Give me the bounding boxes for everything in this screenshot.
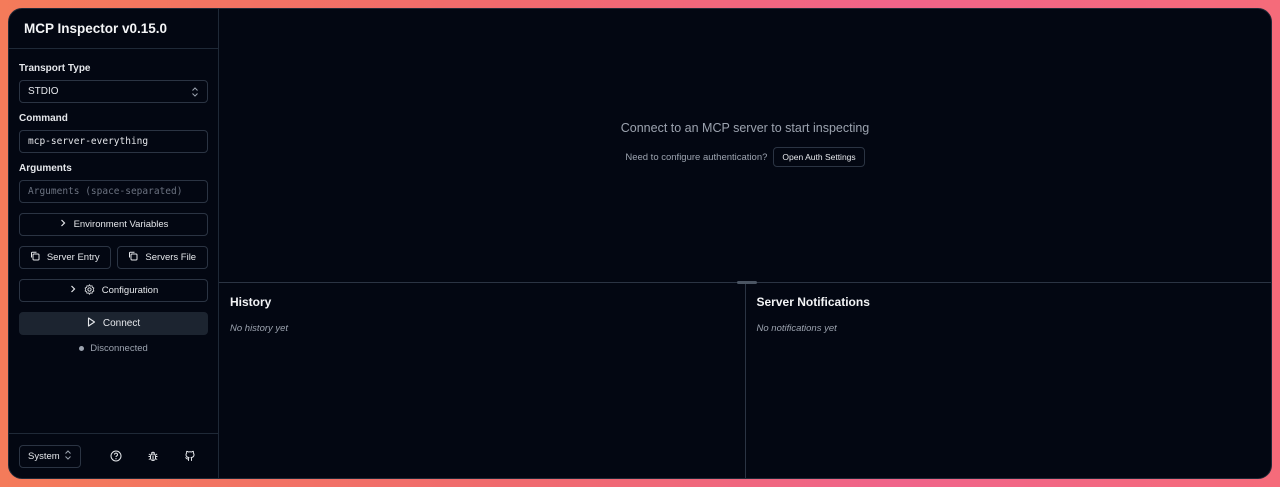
theme-select[interactable]: System <box>19 444 81 468</box>
history-title: History <box>230 295 272 309</box>
chevron-right-icon <box>69 285 77 296</box>
status-dot-icon <box>79 346 85 351</box>
notifications-title: Server Notifications <box>756 295 870 309</box>
github-icon[interactable] <box>171 445 208 468</box>
environment-variables-button[interactable]: Environment Variables <box>19 213 208 236</box>
command-input[interactable]: mcp-server-everything <box>19 130 208 153</box>
settings-gear-icon <box>84 283 95 298</box>
servers-file-label: Servers File <box>145 252 197 263</box>
status-text: Disconnected <box>90 343 148 354</box>
server-entry-button[interactable]: Server Entry <box>19 246 111 269</box>
chevrons-up-down-icon <box>64 449 72 463</box>
copy-icon <box>30 251 40 264</box>
open-auth-settings-button[interactable]: Open Auth Settings <box>773 147 865 167</box>
servers-file-button[interactable]: Servers File <box>116 246 208 269</box>
connect-label: Connect <box>102 318 141 329</box>
configuration-button[interactable]: Configuration <box>19 279 208 302</box>
arguments-label: Arguments <box>19 163 72 174</box>
auth-question: Need to configure authentication? <box>625 151 768 163</box>
bottom-panels: History No history yet Server Notificati… <box>219 283 1271 478</box>
inspector-area: Connect to an MCP server to start inspec… <box>219 9 1271 284</box>
connect-message: Connect to an MCP server to start inspec… <box>620 121 870 135</box>
play-icon <box>87 317 96 330</box>
history-empty: No history yet <box>230 323 289 334</box>
chevrons-up-down-icon <box>191 86 199 97</box>
transport-type-select[interactable]: STDIO <box>19 80 208 103</box>
sidebar: MCP Inspector v0.15.0 Transport Type STD… <box>9 9 219 478</box>
resize-handle[interactable] <box>737 281 757 284</box>
environment-variables-label: Environment Variables <box>73 219 169 230</box>
copy-icon <box>128 251 138 264</box>
theme-value: System <box>28 450 60 462</box>
app-title: MCP Inspector v0.15.0 <box>9 9 218 49</box>
connection-form: Transport Type STDIO Command mcp-server-… <box>9 49 218 433</box>
connect-button[interactable]: Connect <box>19 312 208 335</box>
transport-type-value: STDIO <box>28 86 59 97</box>
app-window: MCP Inspector v0.15.0 Transport Type STD… <box>8 8 1272 479</box>
command-label: Command <box>19 113 68 124</box>
server-notifications-panel: Server Notifications No notifications ye… <box>744 283 1272 478</box>
sidebar-footer: System <box>9 433 218 478</box>
server-entry-label: Server Entry <box>46 252 100 263</box>
configuration-label: Configuration <box>101 285 159 296</box>
notifications-empty: No notifications yet <box>756 323 837 334</box>
connection-status: Disconnected <box>19 343 208 354</box>
bug-icon[interactable] <box>134 445 171 468</box>
auth-row: Need to configure authentication? Open A… <box>625 147 865 167</box>
main-panel: Connect to an MCP server to start inspec… <box>219 9 1271 478</box>
chevron-right-icon <box>59 219 67 230</box>
transport-type-label: Transport Type <box>19 63 91 74</box>
help-circle-icon[interactable] <box>97 445 134 468</box>
arguments-input[interactable]: Arguments (space-separated) <box>19 180 208 203</box>
history-panel: History No history yet <box>219 283 745 478</box>
